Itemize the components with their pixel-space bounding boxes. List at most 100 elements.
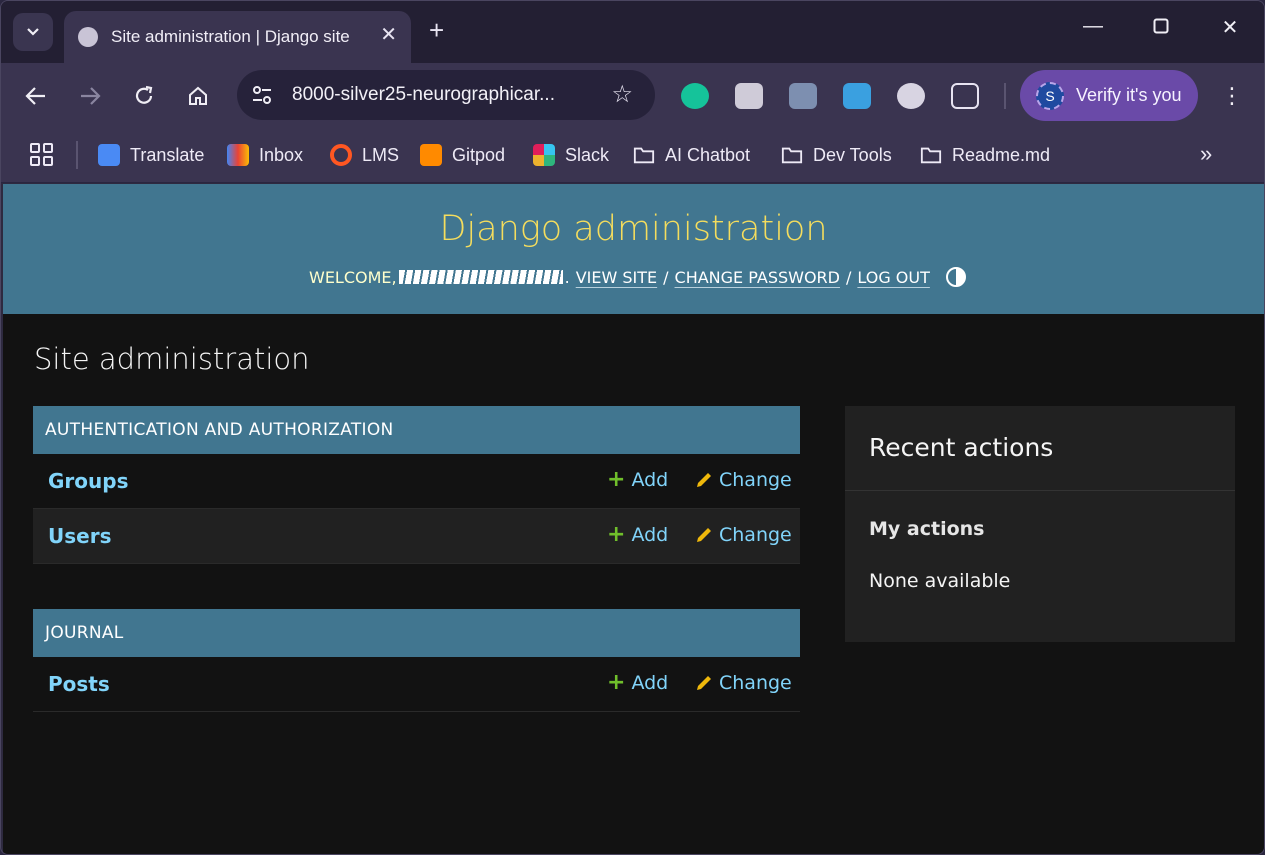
more-menu-icon[interactable]: ⋮ [1221,83,1243,109]
model-link-users[interactable]: Users [48,524,111,548]
profile-avatar: S [1036,81,1064,110]
extensions-puzzle-icon[interactable] [951,83,979,109]
bookmarks-divider [76,141,78,169]
add-label: Add [631,469,669,491]
print-friendly-icon[interactable] [843,83,871,109]
bookmark-label: Readme.md [952,144,1051,165]
admin-header: Django administration WELCOME, . VIEW SI… [3,184,1264,314]
pencil-icon [697,528,711,542]
back-arrow-icon [25,87,45,105]
bookmark-inbox[interactable]: Inbox [227,141,303,169]
folder-icon [781,147,803,164]
verify-label: Verify it's you [1076,85,1182,105]
bookmark-label: Slack [565,144,610,165]
bookmark-lms[interactable]: LMS [330,141,399,169]
folder-icon [920,147,942,164]
folder-icon [633,147,655,164]
site-branding[interactable]: Django administration [3,209,1264,249]
view-site-link[interactable]: VIEW SITE [576,268,657,287]
change-label: Change [719,469,792,491]
change-label: Change [719,524,792,546]
my-actions-heading: My actions [869,518,985,540]
page-viewport: Django administration WELCOME, . VIEW SI… [3,184,1264,854]
bookmark-gitpod[interactable]: Gitpod [420,141,505,169]
app-module-journal: JOURNAL Posts + Add Change [33,609,800,712]
model-row-users: Users + Add Change [33,509,800,564]
url-text[interactable]: 8000-silver25-neurographicar... [292,84,555,106]
change-groups-link[interactable]: Change [695,469,792,491]
minimize-icon[interactable]: — [1078,15,1108,38]
change-password-link[interactable]: CHANGE PASSWORD [675,268,840,287]
lms-icon [330,144,352,166]
period: . [564,267,570,287]
verify-profile-button[interactable]: S Verify it's you [1020,70,1198,121]
bookmark-label: Dev Tools [813,144,892,165]
browser-toolbar: 8000-silver25-neurographicar... ☆ S Veri… [1,63,1264,129]
bookmark-label: Gitpod [452,144,506,165]
extension-circles-icon[interactable] [897,83,925,109]
add-plus-icon: + [607,522,626,547]
close-tab-icon[interactable]: ✕ [380,22,397,47]
grammarly-icon[interactable] [681,83,709,109]
model-row-posts: Posts + Add Change [33,657,800,712]
model-row-groups: Groups + Add Change [33,454,800,509]
maximize-icon[interactable] [1146,17,1176,40]
bookmark-folder-ai-chatbot[interactable]: AI Chatbot [633,141,750,169]
add-groups-link[interactable]: + Add [607,467,669,492]
reload-button[interactable] [127,79,161,113]
bookmark-folder-readme[interactable]: Readme.md [920,141,1050,169]
add-plus-icon: + [607,467,626,492]
model-link-posts[interactable]: Posts [48,672,110,696]
add-posts-link[interactable]: + Add [607,672,669,695]
bookmark-label: AI Chatbot [665,144,751,165]
close-window-icon[interactable]: ✕ [1215,15,1245,40]
pencil-icon [697,676,711,690]
log-out-link[interactable]: LOG OUT [857,268,930,287]
welcome-text: WELCOME, [309,267,397,287]
bookmark-label: Translate [130,144,205,165]
globe-icon [78,27,98,47]
active-tab[interactable]: Site administration | Django site ✕ [64,11,411,63]
address-bar[interactable]: 8000-silver25-neurographicar... ☆ [237,70,655,120]
pencil-icon [697,473,711,487]
printer-edit-icon[interactable] [789,83,817,109]
theme-toggle-icon[interactable] [945,267,966,287]
tab-search-button[interactable] [13,13,53,51]
separator: / [663,267,669,287]
add-users-link[interactable]: + Add [607,522,669,547]
add-label: Add [631,524,669,546]
apps-grid-icon[interactable] [29,142,55,173]
bookmark-translate[interactable]: Translate [98,141,204,169]
more-bookmarks-icon[interactable]: » [1200,141,1212,167]
bookmark-label: LMS [362,144,400,165]
change-posts-link[interactable]: Change [695,672,792,694]
site-info-icon[interactable] [251,84,273,111]
reload-icon [135,85,153,104]
bookmarks-bar: Translate Inbox LMS Gitpod Slack AI Chat… [1,129,1264,183]
gmail-icon [227,144,249,166]
tab-title: Site administration | Django site [111,27,350,46]
back-button[interactable] [19,79,53,113]
bookmark-slack[interactable]: Slack [533,141,609,169]
camera-icon[interactable] [735,83,763,109]
add-label: Add [631,672,669,694]
recent-actions-panel: Recent actions My actions None available [845,406,1235,642]
model-link-groups[interactable]: Groups [48,469,128,493]
module-caption[interactable]: JOURNAL [33,609,800,657]
toolbar-divider [1004,83,1006,109]
chevron-down-icon [27,28,39,36]
bookmark-folder-dev-tools[interactable]: Dev Tools [781,141,892,169]
forward-arrow-icon [81,87,101,105]
new-tab-button[interactable]: + [429,17,444,43]
change-users-link[interactable]: Change [695,524,792,546]
home-button[interactable] [181,79,215,113]
separator: / [845,267,852,287]
redacted-username [398,270,563,284]
recent-actions-title: Recent actions [869,433,1054,462]
module-caption[interactable]: AUTHENTICATION AND AUTHORIZATION [33,406,800,454]
bookmark-star-icon[interactable]: ☆ [611,80,633,109]
empty-actions-text: None available [869,570,1011,592]
home-icon [189,86,207,105]
bookmark-label: Inbox [259,144,304,165]
forward-button[interactable] [73,79,107,113]
